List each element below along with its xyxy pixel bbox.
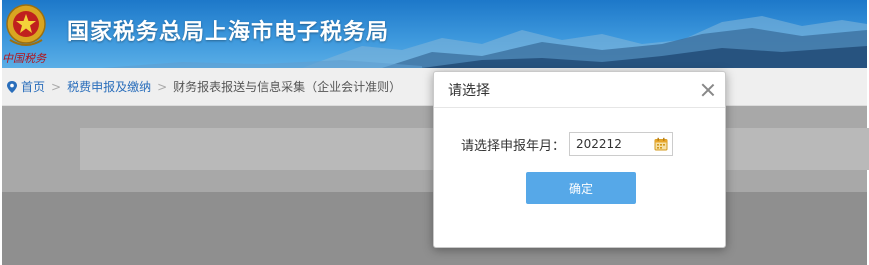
location-pin-icon [7, 80, 17, 93]
confirm-button[interactable]: 确定 [526, 172, 636, 204]
breadcrumb-current: 财务报表报送与信息采集（企业会计准则） [173, 80, 402, 94]
period-date-value: 202212 [576, 137, 622, 151]
dialog-header: 请选择 [434, 72, 725, 108]
period-field-label: 请选择申报年月： [461, 138, 566, 154]
period-date-input[interactable]: 202212 [569, 132, 674, 156]
calendar-icon[interactable] [654, 137, 668, 151]
breadcrumb-separator: > [51, 79, 62, 94]
dialog-title: 请选择 [448, 82, 490, 99]
close-icon[interactable] [701, 83, 715, 97]
breadcrumb-home-link[interactable]: 首页 [21, 78, 45, 95]
site-title: 国家税务总局上海市电子税务局 [67, 20, 390, 45]
select-period-dialog: 请选择 请选择申报年月： 202212 确定 [433, 71, 726, 248]
breadcrumb-separator: > [157, 79, 168, 94]
breadcrumb-tax-filing-link[interactable]: 税费申报及缴纳 [67, 78, 151, 95]
site-header: 中国税务 国家税务总局上海市电子税务局 [2, 0, 867, 68]
period-form-row: 请选择申报年月： 202212 [461, 132, 674, 156]
emblem-caption: 中国税务 [2, 52, 46, 65]
